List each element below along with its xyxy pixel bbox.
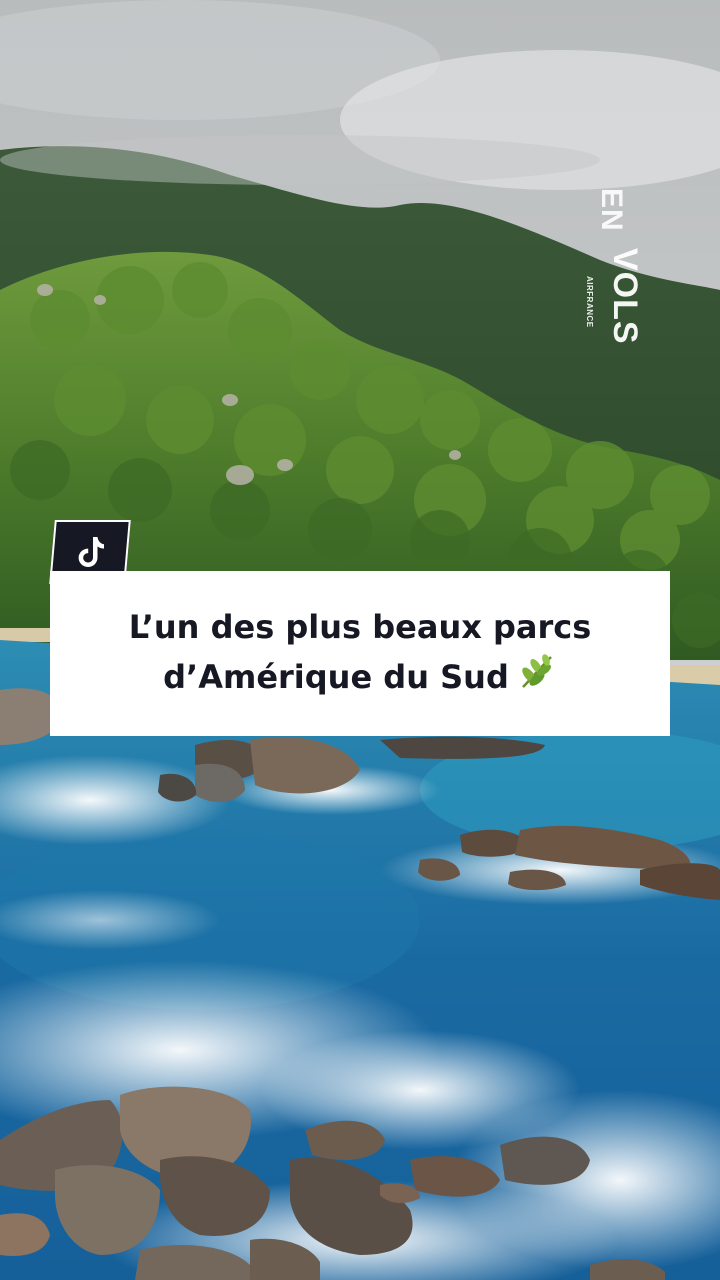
- watermark-vols-text: VOLS: [606, 248, 644, 345]
- watermark-en-text: EN: [595, 188, 628, 232]
- caption-line-2: d’Amérique du Sud: [163, 652, 557, 705]
- watermark-airline-text: AIRFRANCE: [585, 276, 594, 328]
- caption-line-2-text: d’Amérique du Sud: [163, 658, 509, 696]
- caption-card: L’un des plus beaux parcs d’Amérique du …: [50, 571, 670, 736]
- herb-emoji-icon: [517, 653, 557, 705]
- caption-line-1: L’un des plus beaux parcs: [128, 608, 592, 646]
- tiktok-logo-icon: [78, 537, 104, 567]
- envols-airfrance-watermark: EN VOLS AIRFRANCE: [585, 188, 646, 352]
